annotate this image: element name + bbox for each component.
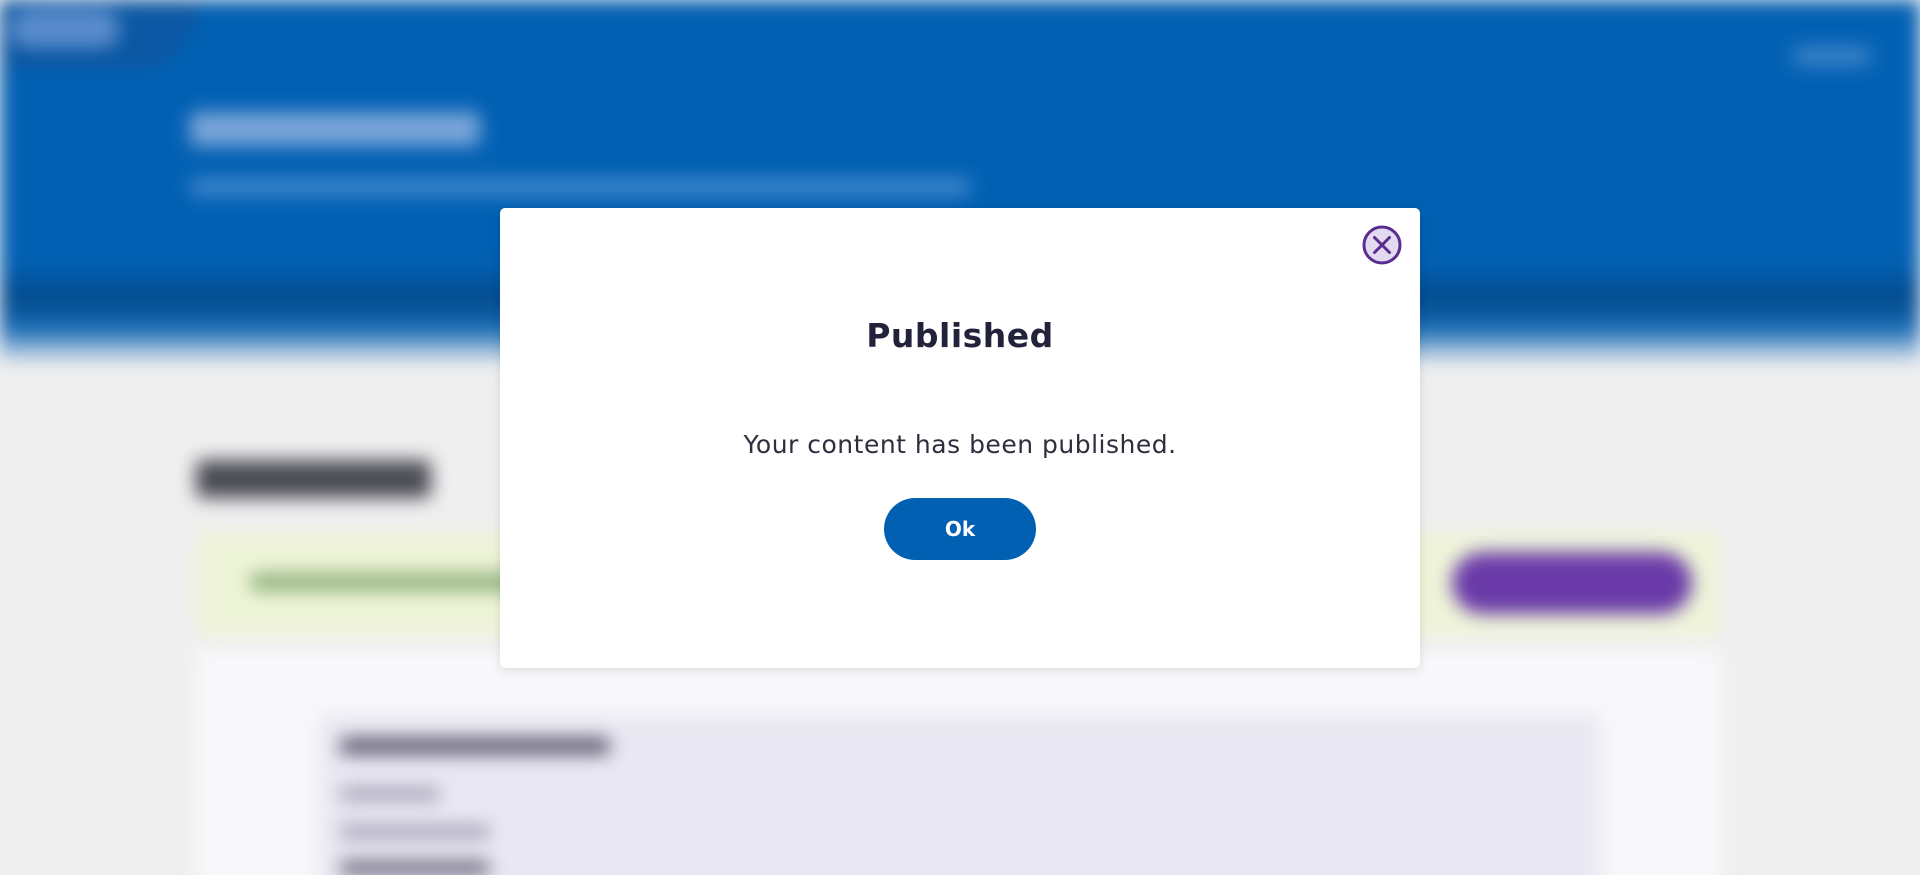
- hero-subtitle-placeholder: [190, 178, 970, 196]
- site-logo: [10, 10, 120, 48]
- close-button[interactable]: [1362, 225, 1402, 265]
- content-line-placeholder: [340, 826, 490, 838]
- content-heading-placeholder: [340, 738, 610, 754]
- ok-button[interactable]: Ok: [884, 498, 1036, 560]
- banner-action-button: [1452, 552, 1692, 614]
- section-title-placeholder: [196, 460, 431, 498]
- page: Published Your content has been publishe…: [0, 0, 1920, 875]
- header-link-placeholder: [1792, 46, 1872, 66]
- dialog-message: Your content has been published.: [743, 430, 1177, 459]
- close-circle-icon: [1362, 225, 1402, 265]
- content-line-placeholder: [340, 788, 440, 800]
- content-line-placeholder: [340, 862, 490, 874]
- published-dialog: Published Your content has been publishe…: [500, 208, 1420, 668]
- hero-title-placeholder: [190, 112, 480, 146]
- dialog-title: Published: [866, 316, 1054, 355]
